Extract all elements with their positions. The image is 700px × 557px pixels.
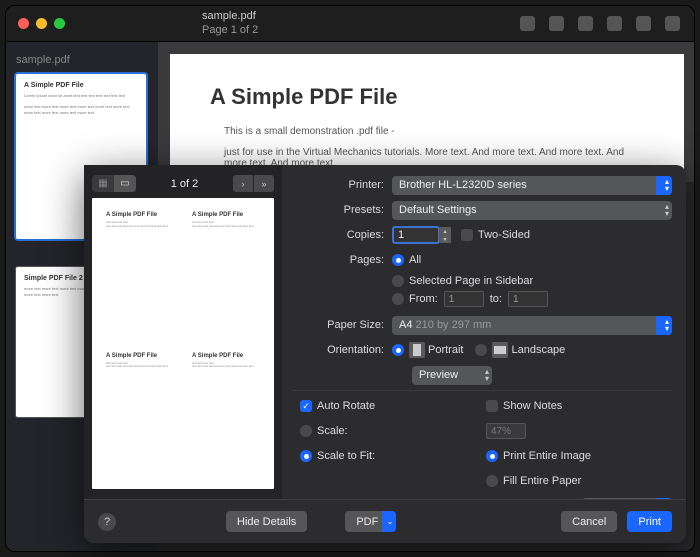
print-preview-pane: ▦ ▭ 1 of 2 › » A Simple PDF Filetext tex… bbox=[84, 165, 282, 499]
printer-select[interactable]: Brother HL-L2320D series▴▾ bbox=[392, 176, 672, 195]
pages-to-input[interactable]: 1 bbox=[508, 291, 548, 307]
preview-grid-icon[interactable]: ▦ bbox=[92, 175, 114, 192]
preview-next-icon[interactable]: › bbox=[233, 175, 253, 192]
dialog-footer: ? Hide Details PDF⌄ Cancel Print bbox=[84, 499, 686, 543]
document-page-info: Page 1 of 2 bbox=[202, 24, 258, 37]
cancel-button[interactable]: Cancel bbox=[561, 511, 617, 532]
fill-entire-paper-radio[interactable] bbox=[486, 475, 498, 487]
zoom-in-icon[interactable] bbox=[549, 16, 564, 31]
hide-details-button[interactable]: Hide Details bbox=[226, 511, 307, 532]
zoom-window-button[interactable] bbox=[54, 18, 65, 29]
two-sided-label: Two-Sided bbox=[478, 229, 530, 241]
print-preview-page: A Simple PDF Filetext text text texttext… bbox=[92, 198, 274, 489]
title-info: sample.pdf Page 1 of 2 bbox=[202, 10, 258, 36]
pages-label: Pages: bbox=[292, 254, 384, 266]
search-icon[interactable] bbox=[665, 16, 680, 31]
presets-select[interactable]: Default Settings▴▾ bbox=[392, 201, 672, 220]
preview-page-indicator: 1 of 2 bbox=[142, 178, 227, 190]
pages-from-radio[interactable] bbox=[392, 293, 404, 305]
document-filename: sample.pdf bbox=[202, 10, 258, 23]
print-button[interactable]: Print bbox=[627, 511, 672, 532]
scale-radio[interactable] bbox=[300, 425, 312, 437]
copies-stepper[interactable]: ▴▾ bbox=[439, 227, 451, 243]
presets-label: Presets: bbox=[292, 204, 384, 216]
landscape-icon bbox=[492, 342, 508, 358]
rotate-icon[interactable] bbox=[636, 16, 651, 31]
document-para-1: This is a small demonstration .pdf file … bbox=[224, 126, 644, 137]
preview-view-segmented[interactable]: ▦ ▭ bbox=[92, 175, 136, 192]
scale-to-fit-radio[interactable] bbox=[300, 450, 312, 462]
document-view: A Simple PDF File This is a small demons… bbox=[158, 42, 695, 182]
orientation-landscape-radio[interactable] bbox=[475, 344, 487, 356]
portrait-icon bbox=[409, 342, 425, 358]
print-dialog: ▦ ▭ 1 of 2 › » A Simple PDF Filetext tex… bbox=[84, 165, 686, 543]
pdf-dropdown-button[interactable]: PDF⌄ bbox=[345, 511, 396, 532]
minimize-window-button[interactable] bbox=[36, 18, 47, 29]
print-options-form: Printer: Brother HL-L2320D series▴▾ Pres… bbox=[282, 165, 686, 499]
pages-all-label: All bbox=[409, 254, 421, 266]
copies-label: Copies: bbox=[292, 229, 384, 241]
pages-from-input[interactable]: 1 bbox=[444, 291, 484, 307]
scale-to-fit-label: Scale to Fit: bbox=[317, 450, 375, 462]
help-button[interactable]: ? bbox=[98, 513, 116, 531]
show-notes-checkbox[interactable] bbox=[486, 400, 498, 412]
titlebar: sample.pdf Page 1 of 2 bbox=[6, 6, 694, 42]
pages-selected-label: Selected Page in Sidebar bbox=[409, 275, 533, 287]
pages-selected-radio[interactable] bbox=[392, 275, 404, 287]
auto-rotate-checkbox[interactable]: ✓ bbox=[300, 400, 312, 412]
printer-label: Printer: bbox=[292, 179, 384, 191]
orientation-portrait-radio[interactable] bbox=[392, 344, 404, 356]
portrait-label: Portrait bbox=[428, 344, 463, 356]
copies-input[interactable]: 1 bbox=[392, 226, 440, 244]
scale-label: Scale: bbox=[317, 425, 348, 437]
document-heading: A Simple PDF File bbox=[210, 84, 644, 110]
close-window-button[interactable] bbox=[18, 18, 29, 29]
share-icon[interactable] bbox=[578, 16, 593, 31]
print-entire-image-label: Print Entire Image bbox=[503, 450, 591, 462]
orientation-label: Orientation: bbox=[292, 344, 384, 356]
preview-last-icon[interactable]: » bbox=[254, 175, 274, 192]
two-sided-checkbox[interactable] bbox=[461, 229, 473, 241]
print-entire-image-radio[interactable] bbox=[486, 450, 498, 462]
preview-single-icon[interactable]: ▭ bbox=[114, 175, 136, 192]
pages-from-label: From: bbox=[409, 293, 438, 305]
zoom-out-icon[interactable] bbox=[520, 16, 535, 31]
paper-size-select[interactable]: A4 210 by 297 mm▴▾ bbox=[392, 316, 672, 335]
landscape-label: Landscape bbox=[511, 344, 565, 356]
auto-rotate-label: Auto Rotate bbox=[317, 400, 375, 412]
pages-to-label: to: bbox=[490, 293, 502, 305]
fill-entire-paper-label: Fill Entire Paper bbox=[503, 475, 581, 487]
copies-per-page-select[interactable]: 4▴▾ bbox=[582, 498, 672, 500]
markup-icon[interactable] bbox=[607, 16, 622, 31]
scale-percent-input[interactable]: 47% bbox=[486, 423, 526, 439]
paper-size-label: Paper Size: bbox=[292, 319, 384, 331]
section-select[interactable]: Preview▴▾ bbox=[412, 366, 492, 385]
show-notes-label: Show Notes bbox=[503, 400, 562, 412]
page-content: A Simple PDF File This is a small demons… bbox=[170, 54, 684, 170]
pages-all-radio[interactable] bbox=[392, 254, 404, 266]
toolbar-right bbox=[520, 16, 680, 31]
sidebar-filename: sample.pdf bbox=[16, 54, 148, 66]
